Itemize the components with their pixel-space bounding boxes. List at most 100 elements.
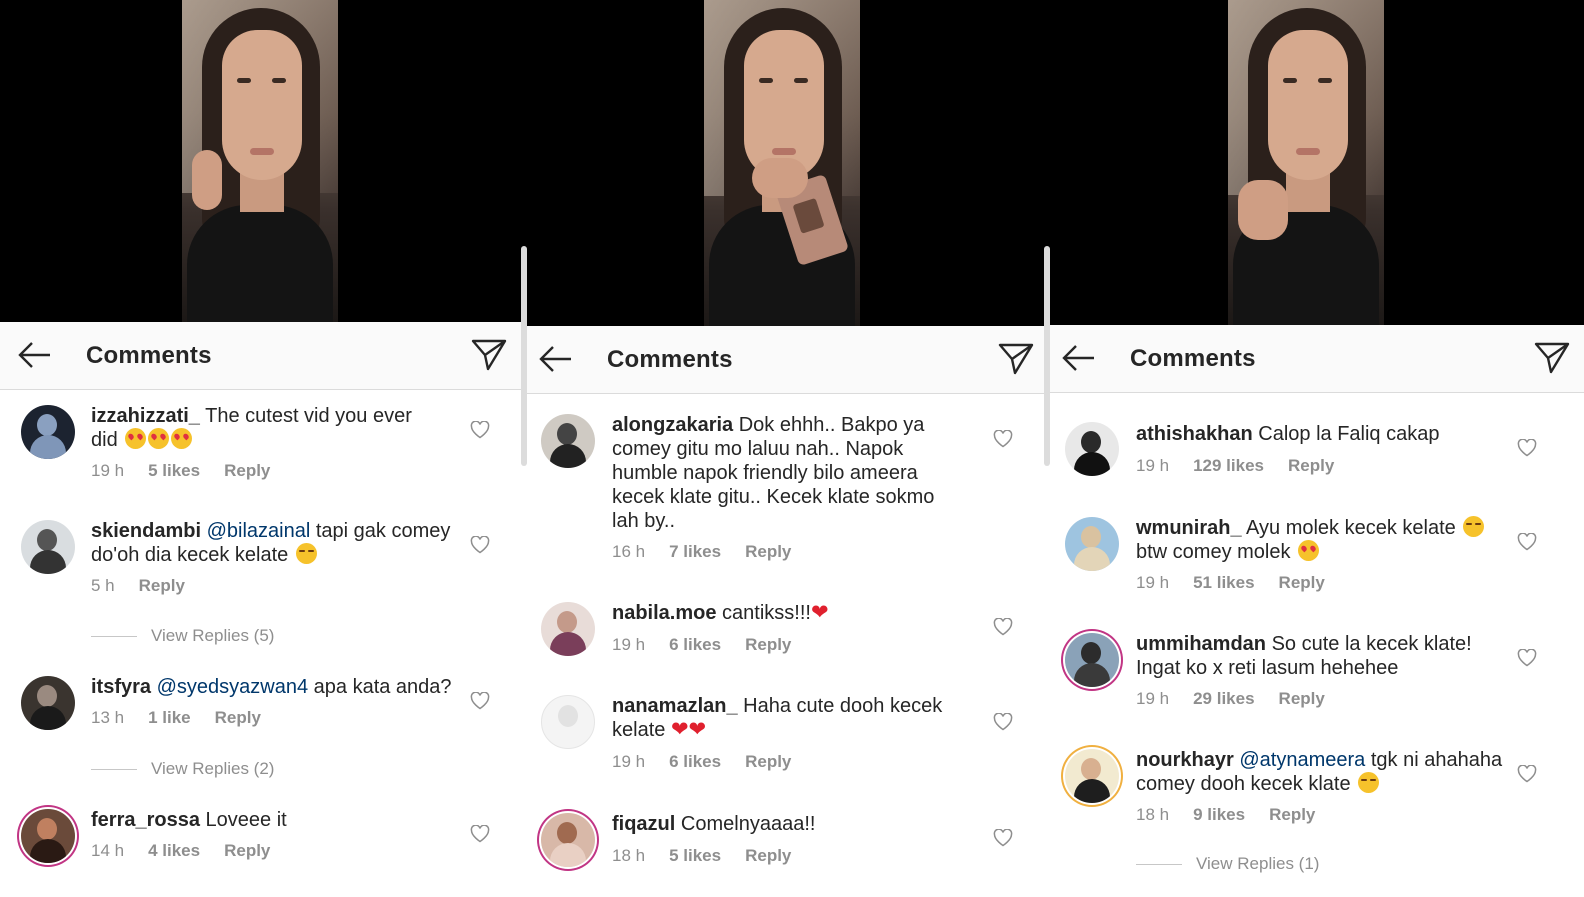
comment-text: fiqazul Comelnyaaaa!! <box>612 812 992 836</box>
reply-button[interactable]: Reply <box>1269 805 1315 824</box>
comment-username[interactable]: nanamazlan_ <box>612 695 738 717</box>
comment-username[interactable]: skiendambi <box>91 520 201 542</box>
reply-button[interactable]: Reply <box>1279 689 1325 708</box>
comments-header: Comments <box>0 322 527 390</box>
reply-button[interactable]: Reply <box>745 635 791 654</box>
view-replies-button[interactable]: View Replies (2) <box>91 759 274 779</box>
video-player[interactable] <box>527 0 1050 326</box>
comment-meta: 18 h 5 likes Reply <box>612 846 815 866</box>
comment-username[interactable]: ummihamdan <box>1136 633 1266 655</box>
reply-button[interactable]: Reply <box>139 576 185 595</box>
comment-time: 19 h <box>91 461 125 480</box>
reply-button[interactable]: Reply <box>745 846 791 865</box>
likes-count[interactable]: 29 likes <box>1193 689 1254 708</box>
user-avatar[interactable] <box>541 602 595 656</box>
comments-panel-1: Comments izzahizzati_ The cutest vid you… <box>0 0 527 897</box>
likes-count[interactable]: 7 likes <box>669 542 721 561</box>
user-avatar[interactable] <box>1065 517 1119 571</box>
reply-button[interactable]: Reply <box>215 708 261 727</box>
view-replies-label: View Replies (5) <box>151 626 275 645</box>
likes-count[interactable]: 6 likes <box>669 635 721 654</box>
heart-outline-icon[interactable] <box>470 536 490 554</box>
comment-username[interactable]: fiqazul <box>612 813 675 835</box>
user-avatar[interactable] <box>541 414 595 468</box>
heart-outline-icon[interactable] <box>993 618 1013 636</box>
paper-plane-icon[interactable] <box>998 342 1034 376</box>
reply-button[interactable]: Reply <box>745 542 791 561</box>
comment-username[interactable]: athishakhan <box>1136 423 1253 445</box>
likes-count[interactable]: 9 likes <box>1193 805 1245 824</box>
paper-plane-icon[interactable] <box>1534 341 1570 375</box>
likes-count[interactable]: 1 like <box>148 708 191 727</box>
arrow-left-icon[interactable] <box>1060 343 1096 373</box>
likes-count[interactable]: 6 likes <box>669 752 721 771</box>
user-avatar[interactable] <box>1065 633 1119 687</box>
reply-button[interactable]: Reply <box>1279 573 1325 592</box>
user-avatar[interactable] <box>1065 422 1119 476</box>
heart-outline-icon[interactable] <box>993 430 1013 448</box>
likes-count[interactable]: 4 likes <box>148 841 200 860</box>
page-title: Comments <box>86 342 212 369</box>
comment-text: wmunirah_ Ayu molek kecek kelate btw com… <box>1136 516 1516 564</box>
comment-text: alongzakaria Dok ehhh.. Bakpo ya comey g… <box>612 413 952 533</box>
likes-count[interactable]: 5 likes <box>148 461 200 480</box>
comments-panel-3: Comments athishakhan Calop la Faliq caka… <box>1050 0 1584 897</box>
comment-username[interactable]: itsfyra <box>91 676 151 698</box>
video-frame <box>704 0 860 326</box>
comment-username[interactable]: ferra_rossa <box>91 809 200 831</box>
user-avatar[interactable] <box>541 695 595 749</box>
likes-count[interactable]: 129 likes <box>1193 456 1264 475</box>
user-avatar[interactable] <box>1065 749 1119 803</box>
view-replies-label: View Replies (2) <box>151 759 275 778</box>
view-replies-button[interactable]: View Replies (1) <box>1136 854 1319 874</box>
user-avatar[interactable] <box>21 676 75 730</box>
page-title: Comments <box>1130 345 1256 372</box>
comment-username[interactable]: nourkhayr <box>1136 749 1234 771</box>
comments-panel-2: Comments alongzakaria Dok ehhh.. Bakpo y… <box>527 0 1050 897</box>
likes-count[interactable]: 5 likes <box>669 846 721 865</box>
comment-username[interactable]: izzahizzati_ <box>91 405 200 427</box>
comment-time: 19 h <box>1136 573 1170 592</box>
reply-button[interactable]: Reply <box>224 841 270 860</box>
user-avatar[interactable] <box>541 813 595 867</box>
mention-link[interactable]: @atynameera <box>1239 749 1365 771</box>
paper-plane-icon[interactable] <box>471 338 507 372</box>
arrow-left-icon[interactable] <box>537 344 573 374</box>
video-frame <box>1228 0 1384 325</box>
heart-outline-icon[interactable] <box>470 421 490 439</box>
heart-outline-icon[interactable] <box>1517 765 1537 783</box>
heart-outline-icon[interactable] <box>470 692 490 710</box>
reply-button[interactable]: Reply <box>224 461 270 480</box>
comment-time: 19 h <box>1136 689 1170 708</box>
comment-body: Calop la Faliq cakap <box>1258 423 1440 445</box>
video-player[interactable] <box>1050 0 1584 325</box>
heart-outline-icon[interactable] <box>1517 439 1537 457</box>
comment-username[interactable]: alongzakaria <box>612 414 733 436</box>
comment-time: 14 h <box>91 841 125 860</box>
view-replies-button[interactable]: View Replies (5) <box>91 626 274 646</box>
comment-username[interactable]: nabila.moe <box>612 602 716 624</box>
heart-outline-icon[interactable] <box>470 825 490 843</box>
video-player[interactable] <box>0 0 527 322</box>
heart-outline-icon[interactable] <box>993 713 1013 731</box>
mention-link[interactable]: @bilazainal <box>207 520 311 542</box>
comment-text: ummihamdan So cute la kecek klate! Ingat… <box>1136 632 1496 680</box>
comment-username[interactable]: wmunirah_ <box>1136 517 1242 539</box>
comment-meta: 5 h Reply <box>91 576 209 596</box>
comment-text: skiendambi @bilazainal tapi gak comey do… <box>91 519 471 567</box>
arrow-left-icon[interactable] <box>16 340 52 370</box>
heart-outline-icon[interactable] <box>993 829 1013 847</box>
likes-count[interactable]: 51 likes <box>1193 573 1254 592</box>
user-avatar[interactable] <box>21 405 75 459</box>
heart-outline-icon[interactable] <box>1517 533 1537 551</box>
user-avatar[interactable] <box>21 809 75 863</box>
comment-meta: 14 h 4 likes Reply <box>91 841 294 861</box>
comment-time: 16 h <box>612 542 646 561</box>
comment-body: cantikss!!! <box>722 602 811 624</box>
heart-outline-icon[interactable] <box>1517 649 1537 667</box>
mention-link[interactable]: @syedsyazwan4 <box>157 676 308 698</box>
comment-body-line2: btw comey molek <box>1136 541 1291 563</box>
user-avatar[interactable] <box>21 520 75 574</box>
reply-button[interactable]: Reply <box>745 752 791 771</box>
reply-button[interactable]: Reply <box>1288 456 1334 475</box>
